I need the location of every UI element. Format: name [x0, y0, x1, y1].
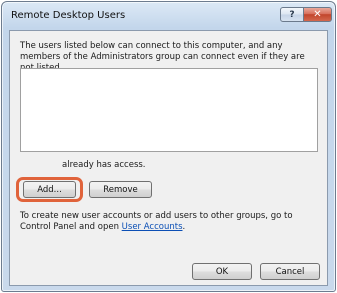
- close-button[interactable]: ✕: [304, 7, 332, 22]
- users-list[interactable]: [20, 68, 318, 152]
- cancel-button-label: Cancel: [275, 266, 305, 277]
- remote-desktop-users-dialog: Remote Desktop Users ? ✕ The users liste…: [1, 1, 336, 292]
- help-icon: ?: [289, 9, 295, 20]
- add-button-label: Add...: [37, 184, 62, 195]
- hint-suffix: .: [182, 222, 186, 232]
- ok-button-label: OK: [215, 266, 229, 277]
- close-icon: ✕: [313, 9, 322, 20]
- hint-text: To create new user accounts or add users…: [20, 211, 320, 233]
- cancel-button[interactable]: Cancel: [260, 263, 320, 280]
- window-title: Remote Desktop Users: [11, 10, 126, 21]
- ok-button[interactable]: OK: [192, 263, 252, 280]
- remove-button[interactable]: Remove: [89, 181, 152, 198]
- title-bar[interactable]: Remote Desktop Users ? ✕: [2, 2, 335, 30]
- add-button[interactable]: Add...: [23, 181, 76, 198]
- user-accounts-link[interactable]: User Accounts: [122, 222, 183, 232]
- access-status-text: already has access.: [62, 160, 146, 170]
- remove-button-label: Remove: [103, 184, 138, 195]
- dialog-body: The users listed below can connect to th…: [9, 30, 328, 286]
- help-button[interactable]: ?: [280, 7, 304, 22]
